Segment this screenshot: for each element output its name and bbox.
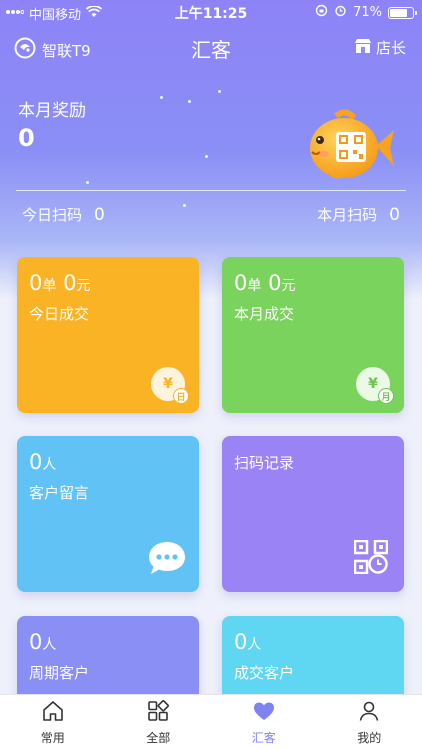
period-customers-summary: 0人 — [29, 630, 56, 654]
orders-unit: 单 — [42, 278, 57, 294]
header-divider — [16, 190, 406, 191]
fish-qr-mascot-icon[interactable] — [306, 108, 396, 186]
deal-customers-summary: 0人 — [234, 630, 261, 654]
monthly-award-label: 本月奖励 — [18, 101, 86, 121]
amount-unit: 元 — [76, 278, 91, 294]
chat-bubble-icon — [147, 540, 187, 580]
star-dot — [183, 204, 186, 207]
user-icon — [357, 699, 381, 726]
amount-unit: 元 — [281, 278, 296, 294]
people-unit: 人 — [247, 637, 262, 653]
yuan-symbol: ¥ — [163, 376, 173, 392]
scan-record-card[interactable]: 扫码记录 — [222, 436, 404, 592]
yuan-day-icon: ¥ 日 — [151, 367, 189, 404]
home-icon — [41, 699, 65, 726]
messages-label: 客户留言 — [29, 484, 90, 502]
yuan-symbol: ¥ — [368, 376, 378, 392]
month-deal-amount: 0 — [268, 271, 282, 295]
grid-icon — [146, 699, 170, 726]
bottom-tab-bar: 常用 全部 汇客 我的 — [0, 694, 422, 750]
deal-customers-label: 成交客户 — [234, 664, 295, 682]
monthly-award-value: 0 — [18, 124, 35, 152]
today-deal-orders: 0 — [29, 271, 43, 295]
messages-count: 0 — [29, 450, 43, 474]
today-scan-value: 0 — [94, 205, 105, 225]
tab-all[interactable]: 全部 — [106, 695, 212, 750]
day-mini-badge: 日 — [173, 388, 189, 404]
tab-label: 汇客 — [251, 731, 276, 745]
yuan-month-icon: ¥ 月 — [356, 367, 394, 404]
today-scan-label: 今日扫码 — [22, 206, 83, 224]
month-mini-badge: 月 — [378, 388, 394, 404]
month-deal-summary: 0单 0元 — [234, 271, 295, 295]
qr-clock-icon — [353, 539, 389, 578]
status-bar: 中国移动 上午11:25 71% — [0, 0, 422, 24]
period-customers-count: 0 — [29, 630, 43, 654]
month-deal-card[interactable]: 0单 0元 本月成交 ¥ 月 — [222, 257, 404, 413]
tab-huike[interactable]: 汇客 — [211, 695, 317, 750]
tab-label: 全部 — [146, 731, 171, 745]
today-deal-amount: 0 — [63, 271, 77, 295]
month-deal-label: 本月成交 — [234, 305, 295, 323]
shop-owner-button[interactable]: 店长 — [354, 37, 406, 58]
tab-label: 我的 — [357, 731, 382, 745]
star-dot — [205, 155, 208, 158]
tab-label: 常用 — [40, 731, 65, 745]
today-deal-card[interactable]: 0单 0元 今日成交 ¥ 日 — [17, 257, 199, 413]
today-scan[interactable]: 今日扫码 0 — [22, 204, 105, 225]
alarm-icon — [334, 4, 347, 21]
today-deal-summary: 0单 0元 — [29, 271, 90, 295]
tab-mine[interactable]: 我的 — [317, 695, 422, 750]
rotation-lock-icon — [315, 4, 328, 21]
today-deal-label: 今日成交 — [29, 305, 90, 323]
orders-unit: 单 — [247, 278, 262, 294]
shop-owner-label: 店长 — [375, 39, 406, 57]
star-dot — [160, 96, 163, 99]
heart-icon — [252, 699, 276, 726]
month-scan[interactable]: 本月扫码 0 — [317, 204, 400, 225]
scan-record-label: 扫码记录 — [234, 454, 295, 472]
battery-icon — [388, 6, 417, 19]
customer-messages-card[interactable]: 0人 客户留言 — [17, 436, 199, 592]
navigation-bar: 智联T9 汇客 店长 — [0, 28, 422, 68]
messages-summary: 0人 — [29, 450, 56, 474]
star-dot — [188, 100, 191, 103]
month-scan-value: 0 — [389, 205, 400, 225]
period-customers-label: 周期客户 — [29, 664, 90, 682]
store-icon — [354, 38, 372, 58]
month-scan-label: 本月扫码 — [317, 206, 378, 224]
people-unit: 人 — [42, 637, 57, 653]
star-dot — [86, 181, 89, 184]
battery-percent: 71% — [353, 5, 382, 20]
star-dot — [218, 90, 221, 93]
tab-common[interactable]: 常用 — [0, 695, 106, 750]
month-deal-orders: 0 — [234, 271, 248, 295]
people-unit: 人 — [42, 457, 57, 473]
deal-customers-count: 0 — [234, 630, 248, 654]
